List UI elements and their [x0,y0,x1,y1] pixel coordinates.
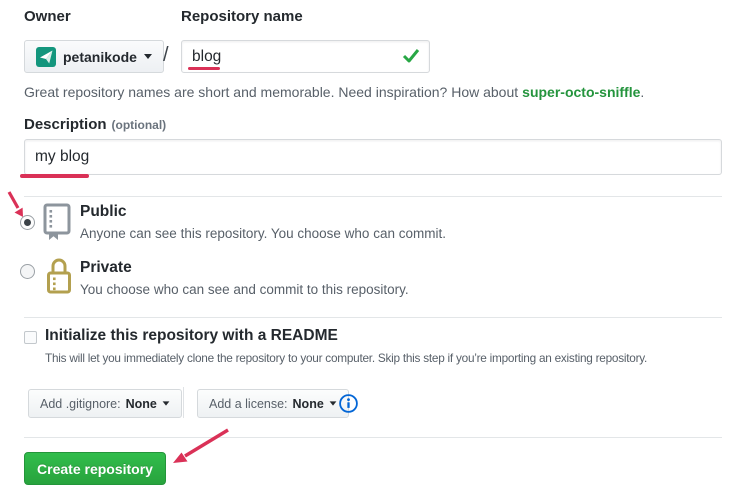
section-divider [24,196,722,197]
description-input[interactable] [24,139,722,175]
repo-book-icon [42,203,72,241]
section-divider [24,437,722,438]
suggested-repo-name-link[interactable]: super-octo-sniffle [522,84,640,100]
description-label-row: Description (optional) [24,116,166,134]
repository-name-label: Repository name [181,8,303,25]
initialize-readme-note: This will let you immediately clone the … [45,351,648,365]
initialize-readme-label[interactable]: Initialize this repository with a README [45,327,338,345]
add-license-dropdown[interactable]: Add a license: None [197,389,349,418]
hint-text: Great repository names are short and mem… [24,84,519,100]
license-label: Add a license: [209,396,288,411]
section-divider [24,317,722,318]
create-repository-label: Create repository [37,460,153,477]
private-option-description: You choose who can see and commit to thi… [80,282,409,297]
info-icon[interactable] [338,393,359,414]
owner-label: Owner [24,8,71,25]
description-optional-note: (optional) [111,118,167,132]
private-option-label[interactable]: Private [80,259,132,277]
gitignore-value: None [125,396,157,411]
public-option-description: Anyone can see this repository. You choo… [80,226,446,241]
lock-icon [44,256,74,296]
add-gitignore-dropdown[interactable]: Add .gitignore: None [28,389,182,418]
chevron-down-icon [162,401,170,406]
description-label: Description [24,116,107,133]
radio-dot [24,219,31,226]
chevron-down-icon [329,401,337,406]
repo-name-hint: Great repository names are short and mem… [24,84,644,100]
red-underline-annotation [188,67,220,70]
red-underline-annotation [20,174,89,178]
license-value: None [292,396,324,411]
valid-check-icon [402,48,420,64]
create-repository-button[interactable]: Create repository [24,452,166,485]
public-option-label[interactable]: Public [80,203,127,221]
owner-name: petanikode [63,48,137,65]
red-arrow-annotation [168,426,234,468]
vertical-divider [183,387,184,418]
gitignore-label: Add .gitignore: [40,396,121,411]
chevron-down-icon [143,54,152,59]
owner-repo-separator: / [163,44,169,66]
owner-avatar-icon [36,46,56,67]
new-repository-form: Owner Repository name petanikode / Great… [0,0,739,503]
hint-period: . [640,84,645,100]
public-radio[interactable] [20,215,35,230]
owner-dropdown[interactable]: petanikode [24,40,164,73]
initialize-readme-checkbox[interactable] [24,331,37,344]
private-radio[interactable] [20,264,35,279]
